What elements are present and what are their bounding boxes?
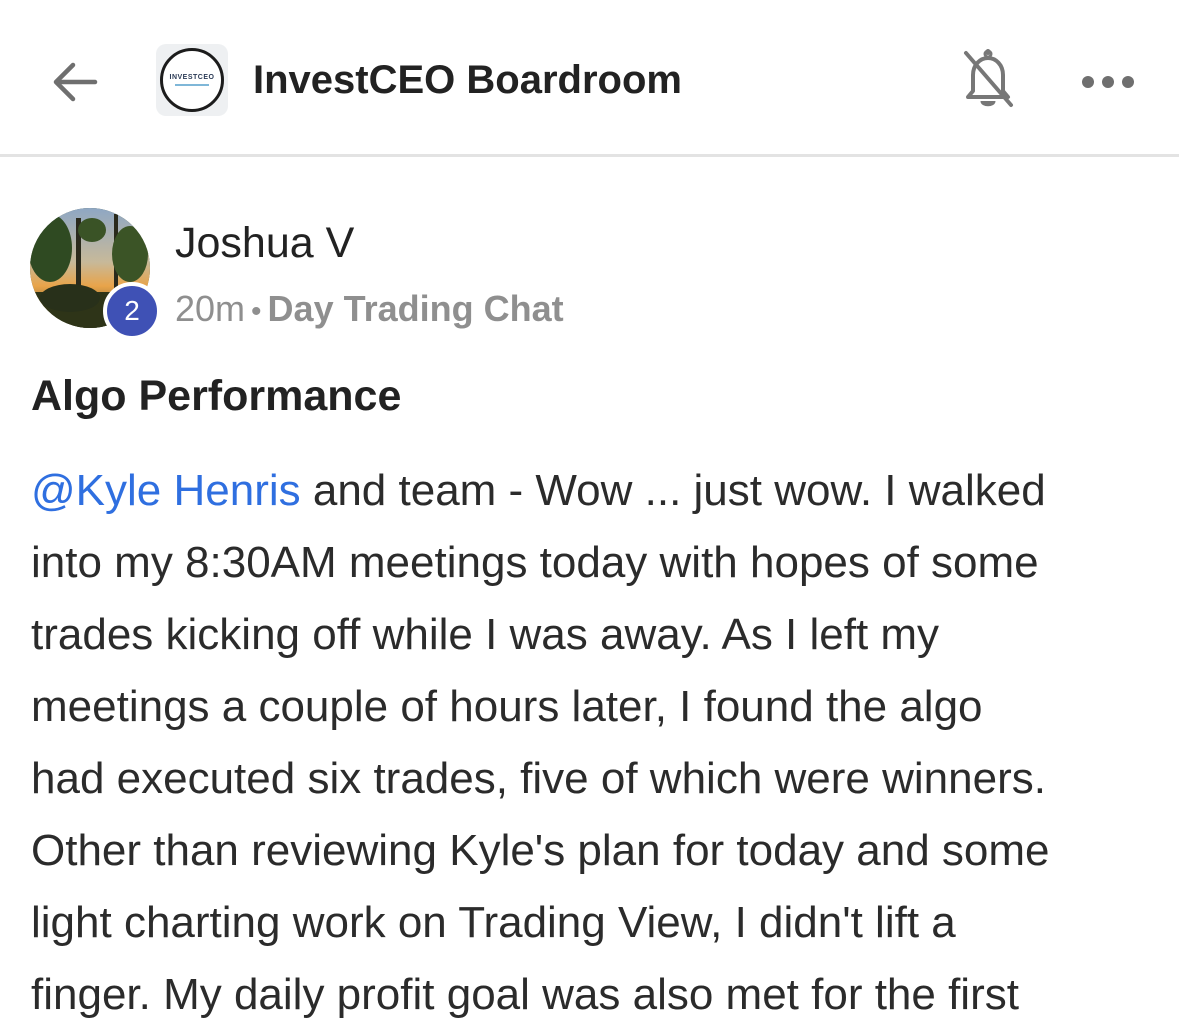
logo-text: INVESTCEO [169, 74, 215, 81]
post-time: 20m [175, 288, 246, 329]
post-body-line: into my 8:30AM meetings today with hopes… [31, 538, 1039, 587]
post-body-line: @Kyle Henris and team - Wow ... just wow… [31, 455, 1161, 527]
author-name[interactable]: Joshua V [175, 216, 354, 270]
mute-notifications-button[interactable] [956, 44, 1020, 114]
post-body: @Kyle Henris and team - Wow ... just wow… [31, 455, 1161, 1031]
post-body-line: finger. My daily profit goal was also me… [31, 970, 1019, 1019]
group-title[interactable]: InvestCEO Boardroom [253, 52, 682, 108]
more-options-button[interactable] [1076, 60, 1140, 104]
bell-off-icon [964, 49, 1013, 107]
post-body-line: had executed six trades, five of which w… [31, 754, 1046, 803]
group-logo[interactable]: INVESTCEO [156, 44, 228, 116]
post-body-line: trades kicking off while I was away. As … [31, 610, 940, 659]
channel-link[interactable]: Day Trading Chat [268, 288, 564, 329]
post-title: Algo Performance [31, 372, 402, 420]
more-horizontal-icon [1082, 76, 1134, 88]
logo-underline [175, 84, 209, 86]
investceo-logo-icon: INVESTCEO [160, 48, 224, 112]
post-meta: 20m • Day Trading Chat [175, 287, 564, 334]
post-body-line: light charting work on Trading View, I d… [31, 898, 956, 947]
arrow-left-icon [53, 62, 98, 102]
back-button[interactable] [44, 52, 104, 112]
post-body-line: Other than reviewing Kyle's plan for tod… [31, 826, 1050, 875]
member-level-badge: 2 [103, 282, 161, 340]
user-mention-link[interactable]: @Kyle Henris [31, 466, 301, 515]
post-body-line: meetings a couple of hours later, I foun… [31, 682, 983, 731]
post-body-text: and team - Wow ... just wow. I walked [300, 466, 1046, 515]
meta-separator: • [251, 295, 262, 328]
app-header: INVESTCEO InvestCEO Boardroom [0, 0, 1179, 157]
